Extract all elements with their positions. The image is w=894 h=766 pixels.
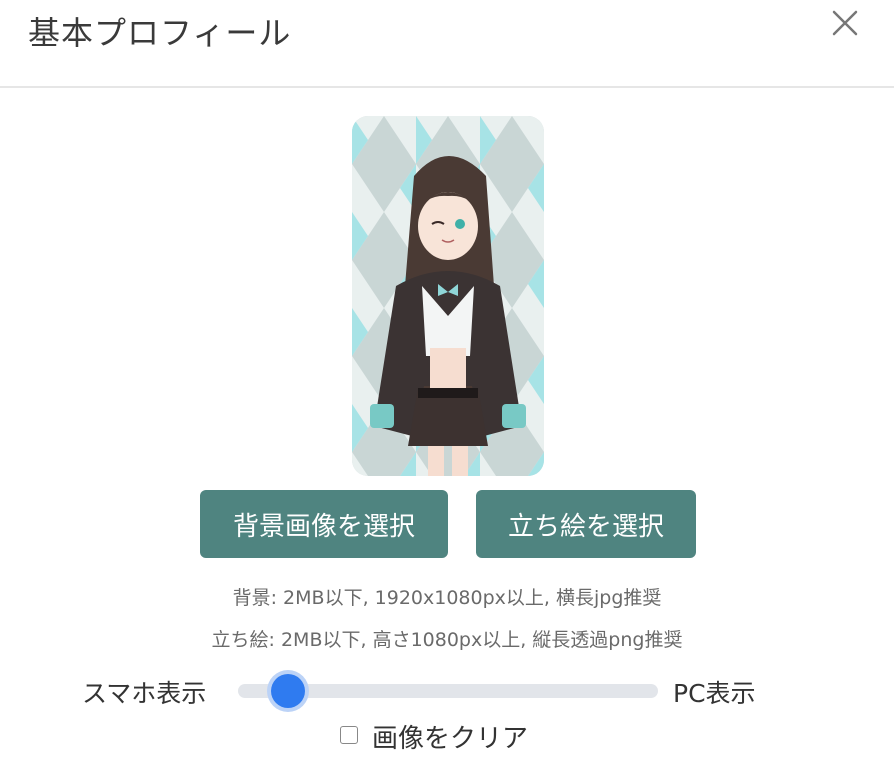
close-icon[interactable] [830,8,860,38]
background-requirements: 背景: 2MB以下, 1920x1080px以上, 横長jpg推奨 [232,587,662,609]
image-preview [352,116,544,476]
display-slider-row: スマホ表示 PC表示 [0,668,894,718]
dialog-header: 基本プロフィール [0,0,894,88]
standing-requirements: 立ち絵: 2MB以下, 高さ1080px以上, 縦長透過png推奨 [211,629,683,651]
pc-view-label: PC表示 [673,679,756,708]
select-background-button[interactable]: 背景画像を選択 [200,490,448,558]
clear-image-checkbox[interactable] [340,726,358,744]
smartphone-view-label: スマホ表示 [82,679,207,708]
character-illustration [352,116,544,476]
slider-thumb[interactable] [271,674,306,708]
display-slider[interactable] [238,674,658,708]
clear-image-label[interactable]: 画像をクリア [372,718,528,755]
select-standing-button[interactable]: 立ち絵を選択 [476,490,696,558]
page-title: 基本プロフィール [28,14,292,52]
